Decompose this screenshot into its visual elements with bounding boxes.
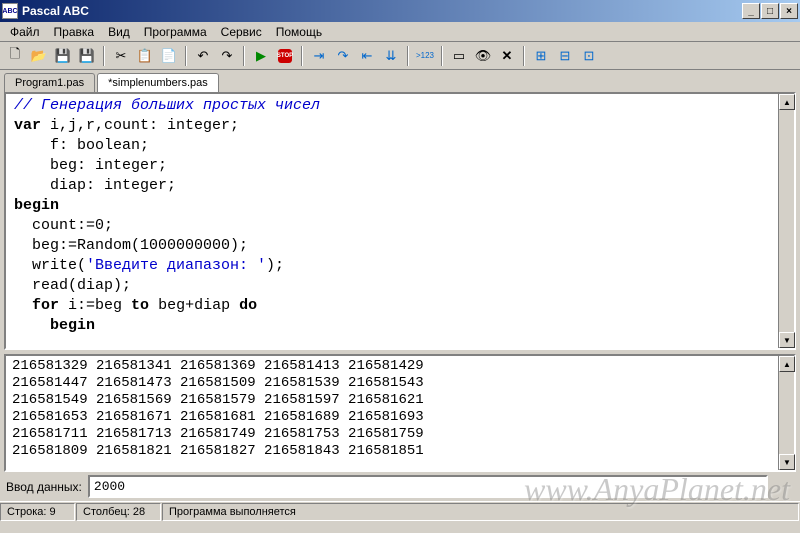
menu-program[interactable]: Программа xyxy=(138,23,213,41)
tab-program1[interactable]: Program1.pas xyxy=(4,73,95,92)
new-file-icon[interactable]: 🗋 xyxy=(4,45,26,67)
open-file-icon[interactable]: 📂 xyxy=(28,45,50,67)
editor-scrollbar-v[interactable]: ▲ ▼ xyxy=(778,94,794,348)
menu-service[interactable]: Сервис xyxy=(215,23,268,41)
menubar: Файл Правка Вид Программа Сервис Помощь xyxy=(0,22,800,42)
scroll-up-icon[interactable]: ▲ xyxy=(779,94,795,110)
code-editor[interactable]: // Генерация больших простых чисел var i… xyxy=(6,94,794,348)
editor-panel: // Генерация больших простых чисел var i… xyxy=(4,92,796,350)
redo-icon[interactable]: ↷ xyxy=(216,45,238,67)
titlebar: ABC Pascal ABC _ □ × xyxy=(0,0,800,22)
menu-view[interactable]: Вид xyxy=(102,23,136,41)
scroll-up-icon[interactable]: ▲ xyxy=(779,356,795,372)
status-message: Программа выполняется xyxy=(162,503,799,521)
separator xyxy=(243,46,245,66)
output-scrollbar-v[interactable]: ▲ ▼ xyxy=(778,356,794,470)
separator xyxy=(441,46,443,66)
window-controls: _ □ × xyxy=(742,3,798,19)
status-line: Строка: 9 xyxy=(0,503,75,521)
undo-icon[interactable]: ↶ xyxy=(192,45,214,67)
trace-icon[interactable]: ⇊ xyxy=(380,45,402,67)
window2-icon[interactable]: ⊟ xyxy=(554,45,576,67)
stop-icon[interactable]: STOP xyxy=(274,45,296,67)
minimize-button[interactable]: _ xyxy=(742,3,760,19)
view-icon[interactable]: 👁 xyxy=(472,45,494,67)
scroll-down-icon[interactable]: ▼ xyxy=(779,454,795,470)
clear-icon[interactable]: ✕ xyxy=(496,45,518,67)
toolbar: 🗋 📂 💾 💾 ✂ 📋 📄 ↶ ↷ ▶ STOP ⇥ ↷ ⇤ ⇊ >123 ▭ … xyxy=(0,42,800,70)
paste-icon[interactable]: 📄 xyxy=(158,45,180,67)
run-icon[interactable]: ▶ xyxy=(250,45,272,67)
data-input[interactable] xyxy=(88,475,768,498)
window3-icon[interactable]: ⊡ xyxy=(578,45,600,67)
separator xyxy=(185,46,187,66)
maximize-button[interactable]: □ xyxy=(761,3,779,19)
save-all-icon[interactable]: 💾 xyxy=(76,45,98,67)
input-label: Ввод данных: xyxy=(6,480,82,494)
window-title: Pascal ABC xyxy=(22,4,742,18)
watch-icon[interactable]: >123 xyxy=(414,45,436,67)
cut-icon[interactable]: ✂ xyxy=(110,45,132,67)
separator xyxy=(523,46,525,66)
input-row: Ввод данных: xyxy=(0,472,800,501)
output-text: 216581329 216581341 216581369 216581413 … xyxy=(6,356,794,462)
status-col: Столбец: 28 xyxy=(76,503,161,521)
window1-icon[interactable]: ⊞ xyxy=(530,45,552,67)
tab-bar: Program1.pas *simplenumbers.pas xyxy=(0,70,800,92)
menu-help[interactable]: Помощь xyxy=(270,23,328,41)
code-comment: // Генерация больших простых чисел xyxy=(14,97,320,114)
menu-edit[interactable]: Правка xyxy=(48,23,101,41)
tab-simplenumbers[interactable]: *simplenumbers.pas xyxy=(97,73,219,92)
statusbar: Строка: 9 Столбец: 28 Программа выполняе… xyxy=(0,501,800,521)
separator xyxy=(407,46,409,66)
step-over-icon[interactable]: ↷ xyxy=(332,45,354,67)
separator xyxy=(103,46,105,66)
save-icon[interactable]: 💾 xyxy=(52,45,74,67)
copy-icon[interactable]: 📋 xyxy=(134,45,156,67)
separator xyxy=(301,46,303,66)
scroll-down-icon[interactable]: ▼ xyxy=(779,332,795,348)
output-panel: 216581329 216581341 216581369 216581413 … xyxy=(4,354,796,472)
step-into-icon[interactable]: ⇥ xyxy=(308,45,330,67)
close-button[interactable]: × xyxy=(780,3,798,19)
app-icon: ABC xyxy=(2,3,18,19)
breakpoint-icon[interactable]: ▭ xyxy=(448,45,470,67)
menu-file[interactable]: Файл xyxy=(4,23,46,41)
step-out-icon[interactable]: ⇤ xyxy=(356,45,378,67)
